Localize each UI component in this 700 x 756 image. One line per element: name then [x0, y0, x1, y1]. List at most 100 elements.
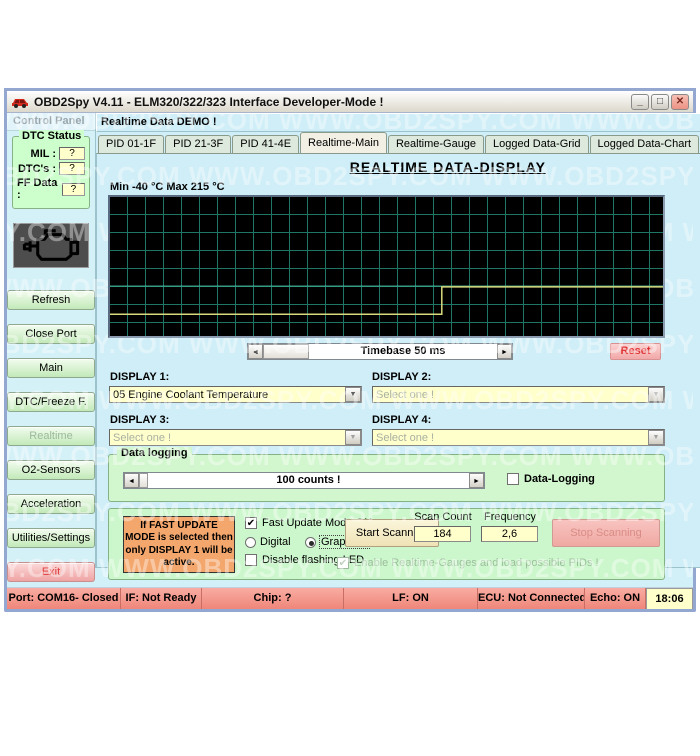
minimize-button[interactable]: _	[631, 94, 649, 110]
display1-chevron-down-icon[interactable]: ▼	[345, 387, 361, 402]
display3-value: Select one !	[110, 432, 345, 444]
display1-label: DISPLAY 1:	[110, 371, 169, 383]
fast-update-note: If FAST UPDATE MODE is selected then onl…	[123, 516, 235, 573]
main-area: Realtime Data DEMO ! PID 01-1F PID 21-3F…	[96, 113, 700, 568]
data-logging-checkbox-label: Data-Logging	[524, 473, 595, 485]
engine-icon	[20, 227, 82, 265]
digital-radio[interactable]: Digital	[245, 536, 291, 548]
display4-value: Select one !	[373, 432, 648, 444]
maximize-button[interactable]: □	[651, 94, 669, 110]
acceleration-button[interactable]: Acceleration	[7, 494, 95, 514]
display3-label: DISPLAY 3:	[110, 414, 169, 426]
tab-logged-data-grid[interactable]: Logged Data-Grid	[485, 135, 588, 153]
counts-scrollbar: ◄ 100 counts ! ►	[123, 472, 485, 489]
enable-gauges-checkbox: Enable Realtime-Gauges and load possible…	[337, 557, 599, 569]
dtc-row-dtcs: DTC's : ?	[17, 162, 85, 175]
chart-trace	[110, 197, 663, 336]
timebase-label: Timebase 50 ms	[309, 344, 497, 359]
scan-count-field: 184	[414, 526, 471, 542]
data-logging-checkbox-icon[interactable]	[507, 473, 519, 485]
chart-range-label: Min -40 °C Max 215 °C	[110, 181, 225, 193]
timebase-right-arrow-icon[interactable]: ►	[497, 344, 512, 359]
counts-left-arrow-icon[interactable]: ◄	[124, 473, 139, 488]
dtc-row-ffdata: FF Data : ?	[17, 177, 85, 201]
stop-scanning-button: Stop Scanning	[552, 519, 660, 547]
tab-pid-41-4e[interactable]: PID 41-4E	[232, 135, 299, 153]
display2-chevron-down-icon: ▼	[648, 387, 664, 402]
display4-chevron-down-icon: ▼	[648, 430, 664, 445]
data-logging-title: Data logging	[117, 447, 192, 459]
dtcs-value-field: ?	[59, 162, 85, 175]
sidebar-buttons: Refresh Close Port Main DTC/Freeze F. Re…	[7, 290, 95, 582]
main-button[interactable]: Main	[7, 358, 95, 378]
close-port-button[interactable]: Close Port	[7, 324, 95, 344]
dtcs-label: DTC's :	[18, 163, 56, 175]
digital-radio-label: Digital	[260, 536, 291, 548]
status-ecu: ECU: Not Connected	[478, 588, 585, 609]
display2-value: Select one !	[373, 389, 648, 401]
check-engine-image	[13, 223, 89, 268]
display1-value: 05 Engine Coolant Temperature	[110, 389, 345, 401]
control-panel-sidebar: Control Panel DTC Status MIL : ? DTC's :…	[7, 113, 96, 568]
counts-thumb[interactable]	[139, 473, 148, 488]
app-window: OBD2Spy V4.11 - ELM320/322/323 Interface…	[4, 88, 696, 612]
dtc-row-mil: MIL : ?	[17, 147, 85, 160]
graphical-radio-icon[interactable]	[305, 537, 316, 548]
refresh-button[interactable]: Refresh	[7, 290, 95, 310]
counts-right-arrow-icon[interactable]: ►	[469, 473, 484, 488]
ffdata-value-field: ?	[62, 183, 85, 196]
tab-bar: PID 01-1F PID 21-3F PID 41-4E Realtime-M…	[96, 132, 700, 153]
fast-update-checkbox-icon[interactable]	[245, 517, 257, 529]
data-logging-checkbox[interactable]: Data-Logging	[507, 473, 595, 485]
realtime-main-panel: REALTIME DATA-DISPLAY Min -40 °C Max 215…	[96, 153, 700, 568]
status-echo: Echo: ON	[585, 588, 646, 609]
display4-label: DISPLAY 4:	[372, 414, 431, 426]
status-interface: IF: Not Ready	[121, 588, 202, 609]
display4-dropdown: Select one ! ▼	[372, 429, 665, 446]
timebase-track[interactable]: Timebase 50 ms	[309, 344, 497, 359]
timebase-left-arrow-icon[interactable]: ◄	[248, 344, 263, 359]
dtc-status-title: DTC Status	[19, 130, 84, 142]
reset-button[interactable]: Reset	[610, 343, 661, 360]
status-chip: Chip: ?	[202, 588, 344, 609]
tab-realtime-main[interactable]: Realtime-Main	[300, 132, 387, 153]
tab-pid-21-3f[interactable]: PID 21-3F	[165, 135, 231, 153]
o2-sensors-button[interactable]: O2-Sensors	[7, 460, 95, 480]
display2-label: DISPLAY 2:	[372, 371, 431, 383]
tab-pid-01-1f[interactable]: PID 01-1F	[98, 135, 164, 153]
counts-label: 100 counts !	[148, 473, 469, 488]
scan-count-label: Scan Count	[408, 511, 478, 523]
display1-dropdown[interactable]: 05 Engine Coolant Temperature ▼	[109, 386, 362, 403]
mil-value-field: ?	[59, 147, 85, 160]
sidebar-caption: Control Panel	[7, 113, 95, 131]
utilities-settings-button[interactable]: Utilities/Settings	[7, 528, 95, 548]
tab-realtime-gauge[interactable]: Realtime-Gauge	[388, 135, 484, 153]
data-logging-group: Data logging ◄ 100 counts ! ► Data-Loggi…	[108, 454, 665, 502]
status-port: Port: COM16- Closed	[7, 588, 121, 609]
scan-controls-panel: If FAST UPDATE MODE is selected then onl…	[108, 508, 665, 580]
exit-button[interactable]: Exit	[7, 562, 95, 582]
counts-track[interactable]: 100 counts !	[148, 473, 469, 488]
dtc-status-group: DTC Status MIL : ? DTC's : ? FF Data : ?	[12, 136, 90, 209]
display3-dropdown: Select one ! ▼	[109, 429, 362, 446]
demo-caption: Realtime Data DEMO !	[96, 113, 700, 132]
app-car-icon	[11, 95, 29, 109]
close-button[interactable]: ✕	[671, 94, 689, 110]
timebase-thumb[interactable]	[263, 344, 309, 359]
disable-led-checkbox-icon[interactable]	[245, 554, 257, 566]
display2-dropdown: Select one ! ▼	[372, 386, 665, 403]
digital-radio-icon[interactable]	[245, 537, 256, 548]
frequency-field: 2,6	[481, 526, 538, 542]
realtime-chart	[108, 195, 665, 338]
ffdata-label: FF Data :	[17, 177, 59, 201]
page-title: REALTIME DATA-DISPLAY	[97, 159, 700, 175]
window-title: OBD2Spy V4.11 - ELM320/322/323 Interface…	[34, 95, 629, 109]
display3-chevron-down-icon: ▼	[345, 430, 361, 445]
mil-label: MIL :	[31, 148, 56, 160]
enable-gauges-checkbox-icon	[337, 557, 349, 569]
dtc-freeze-button[interactable]: DTC/Freeze F.	[7, 392, 95, 412]
frequency-label: Frequency	[475, 511, 545, 523]
status-lf: LF: ON	[344, 588, 478, 609]
title-bar: OBD2Spy V4.11 - ELM320/322/323 Interface…	[7, 88, 693, 113]
tab-logged-data-chart[interactable]: Logged Data-Chart	[590, 135, 700, 153]
